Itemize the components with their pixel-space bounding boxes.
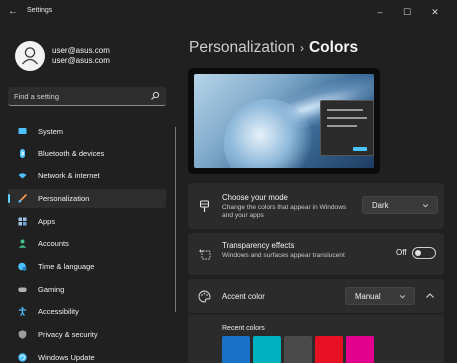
sidebar-scrollbar[interactable]: [175, 127, 176, 312]
breadcrumb-separator: ›: [299, 41, 304, 55]
sidebar-item-personalization[interactable]: Personalization: [8, 189, 166, 208]
recent-colors-label: Recent colors: [222, 325, 265, 332]
mode-description: Change the colors that appear in Windows…: [222, 204, 347, 220]
transparency-toggle[interactable]: [412, 247, 436, 259]
sidebar-item-label: Network & internet: [38, 171, 100, 180]
sidebar-item-windows-update[interactable]: Windows Update: [8, 348, 166, 363]
breadcrumb-parent[interactable]: Personalization: [189, 39, 295, 56]
chevron-down-icon: [399, 295, 406, 299]
preview-line: [327, 109, 363, 111]
preview-line: [327, 125, 357, 127]
update-icon: [18, 353, 27, 362]
wallpaper-preview: [194, 74, 374, 168]
sidebar-item-gaming[interactable]: Gaming: [8, 280, 166, 299]
sidebar-item-label: Bluetooth & devices: [38, 149, 105, 158]
back-arrow-icon[interactable]: ←: [8, 6, 20, 18]
monitor-icon: [18, 128, 27, 134]
minimize-button[interactable]: –: [369, 4, 391, 20]
recent-colors-panel: Recent colors: [188, 315, 444, 363]
sidebar-item-label: Apps: [38, 217, 56, 226]
sidebar-item-accounts[interactable]: Accounts: [8, 234, 166, 253]
color-swatch[interactable]: [222, 336, 250, 363]
avatar[interactable]: [15, 41, 45, 71]
sidebar-item-label: System: [38, 127, 64, 136]
globe-clock-icon: [18, 262, 27, 271]
sidebar-item-privacy-security[interactable]: Privacy & security: [8, 325, 166, 344]
mode-dropdown-value: Dark: [372, 201, 389, 210]
sparkle-transparency-icon: [198, 249, 211, 260]
mode-dropdown[interactable]: Dark: [362, 196, 438, 214]
sidebar-item-label: Accounts: [38, 239, 69, 248]
apps-icon: [18, 217, 27, 226]
mode-title: Choose your mode: [222, 193, 288, 202]
preview-accent-button: [353, 147, 367, 151]
color-swatch[interactable]: [253, 336, 281, 363]
page-title: Personalization › Colors: [189, 39, 358, 57]
sidebar-item-network[interactable]: Network & internet: [8, 166, 166, 185]
transparency-card: Transparency effects Windows and surface…: [188, 233, 444, 275]
sidebar-item-accessibility[interactable]: Accessibility: [8, 302, 166, 321]
profile-email: user@asus.com: [52, 56, 110, 65]
accessibility-icon: [18, 307, 27, 316]
sidebar-item-system[interactable]: System: [8, 122, 166, 141]
settings-window: ← Settings – ☐ ✕ user@asus.com user@asus…: [0, 0, 457, 363]
search-icon[interactable]: [150, 91, 160, 101]
color-swatch[interactable]: [284, 336, 312, 363]
color-swatch[interactable]: [315, 336, 343, 363]
brush-icon: [18, 194, 27, 203]
transparency-title: Transparency effects: [222, 241, 295, 250]
sidebar-item-label: Personalization: [38, 194, 90, 203]
gamepad-icon: [18, 287, 27, 292]
theme-preview: [188, 68, 380, 174]
breadcrumb-current: Colors: [308, 39, 359, 56]
paintbrush-mode-icon: [200, 200, 209, 212]
transparency-state-label: Off: [396, 248, 407, 257]
person-avatar-icon: [22, 47, 38, 65]
toggle-knob: [415, 250, 421, 256]
selection-indicator: [8, 194, 10, 203]
accent-dropdown-value: Manual: [355, 292, 381, 301]
accent-color-title: Accent color: [222, 292, 265, 301]
preview-line: [327, 117, 367, 119]
chevron-up-icon[interactable]: [421, 287, 439, 305]
sidebar-item-label: Privacy & security: [38, 330, 98, 339]
sidebar-item-label: Windows Update: [38, 353, 95, 362]
sidebar-item-apps[interactable]: Apps: [8, 212, 166, 231]
transparency-description: Windows and surfaces appear translucent: [222, 252, 345, 259]
sidebar-item-time-language[interactable]: Time & language: [8, 257, 166, 276]
chevron-down-icon: [422, 204, 429, 208]
wifi-icon: [18, 173, 27, 179]
preview-window: [320, 100, 374, 156]
person-icon: [18, 239, 27, 248]
sidebar-item-label: Time & language: [38, 262, 95, 271]
title-bar: ← Settings – ☐ ✕: [0, 0, 457, 26]
accent-color-dropdown[interactable]: Manual: [345, 287, 415, 305]
maximize-button[interactable]: ☐: [396, 4, 418, 20]
color-swatch[interactable]: [346, 336, 374, 363]
choose-mode-card: Choose your mode Change the colors that …: [188, 183, 444, 229]
sidebar-item-label: Accessibility: [38, 307, 79, 316]
accent-color-card: Accent color Manual: [188, 279, 444, 313]
app-title: Settings: [27, 7, 53, 14]
search-placeholder: Find a setting: [14, 92, 60, 101]
shield-icon: [18, 330, 27, 339]
search-input[interactable]: Find a setting: [8, 87, 166, 106]
palette-icon: [198, 290, 211, 303]
profile-name: user@asus.com: [52, 46, 110, 55]
bluetooth-icon: [20, 149, 25, 158]
sidebar-item-label: Gaming: [38, 285, 65, 294]
sidebar-item-bluetooth[interactable]: Bluetooth & devices: [8, 144, 166, 163]
close-button[interactable]: ✕: [424, 4, 446, 20]
